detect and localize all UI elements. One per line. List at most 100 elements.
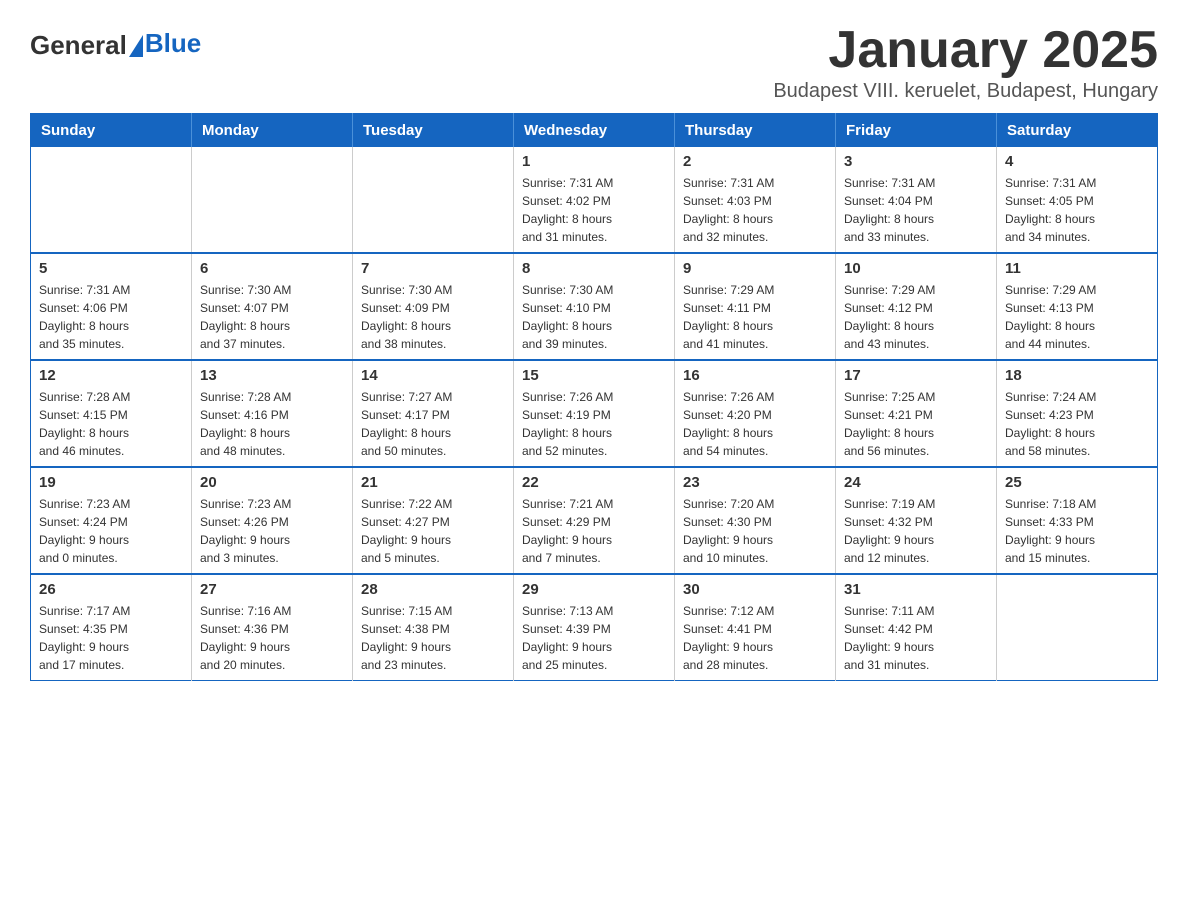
weekday-header-sunday: Sunday <box>31 114 192 148</box>
day-info: Sunrise: 7:21 AMSunset: 4:29 PMDaylight:… <box>522 495 666 567</box>
day-info: Sunrise: 7:23 AMSunset: 4:26 PMDaylight:… <box>200 495 344 567</box>
day-info: Sunrise: 7:30 AMSunset: 4:07 PMDaylight:… <box>200 281 344 353</box>
calendar-cell: 12 Sunrise: 7:28 AMSunset: 4:15 PMDayligh… <box>31 360 192 467</box>
calendar-cell <box>997 574 1158 681</box>
day-info: Sunrise: 7:15 AMSunset: 4:38 PMDaylight:… <box>361 602 505 674</box>
day-number: 7 <box>361 260 505 277</box>
day-number: 22 <box>522 474 666 491</box>
weekday-header-tuesday: Tuesday <box>353 114 514 148</box>
calendar-cell: 5 Sunrise: 7:31 AMSunset: 4:06 PMDaylight… <box>31 253 192 360</box>
logo-general-text: General <box>30 30 127 61</box>
day-info: Sunrise: 7:24 AMSunset: 4:23 PMDaylight:… <box>1005 388 1149 460</box>
weekday-header-friday: Friday <box>836 114 997 148</box>
calendar-cell: 27Sunrise: 7:16 AMSunset: 4:36 PMDayligh… <box>192 574 353 681</box>
day-number: 16 <box>683 367 827 384</box>
day-number: 26 <box>39 581 183 598</box>
calendar-cell: 18 Sunrise: 7:24 AMSunset: 4:23 PMDayligh… <box>997 360 1158 467</box>
logo-triangle-icon <box>129 35 143 57</box>
day-number: 19 <box>39 474 183 491</box>
day-info: Sunrise: 7:31 AMSunset: 4:03 PMDaylight:… <box>683 174 827 246</box>
day-number: 13 <box>200 367 344 384</box>
calendar-table: SundayMondayTuesdayWednesdayThursdayFrid… <box>30 113 1158 681</box>
title-area: January 2025 Budapest VIII. keruelet, Bu… <box>773 20 1158 103</box>
calendar-cell: 29 Sunrise: 7:13 AMSunset: 4:39 PMDayligh… <box>514 574 675 681</box>
calendar-cell <box>31 147 192 253</box>
calendar-week-row: 12 Sunrise: 7:28 AMSunset: 4:15 PMDayligh… <box>31 360 1158 467</box>
day-number: 15 <box>522 367 666 384</box>
day-info: Sunrise: 7:31 AMSunset: 4:06 PMDaylight:… <box>39 281 183 353</box>
day-number: 20 <box>200 474 344 491</box>
day-info: Sunrise: 7:17 AMSunset: 4:35 PMDaylight:… <box>39 602 183 674</box>
calendar-week-row: 5 Sunrise: 7:31 AMSunset: 4:06 PMDaylight… <box>31 253 1158 360</box>
calendar-cell: 17Sunrise: 7:25 AMSunset: 4:21 PMDayligh… <box>836 360 997 467</box>
day-info: Sunrise: 7:18 AMSunset: 4:33 PMDaylight:… <box>1005 495 1149 567</box>
calendar-cell: 23 Sunrise: 7:20 AMSunset: 4:30 PMDayligh… <box>675 467 836 574</box>
day-number: 5 <box>39 260 183 277</box>
calendar-cell: 11 Sunrise: 7:29 AMSunset: 4:13 PMDayligh… <box>997 253 1158 360</box>
header: General Blue January 2025 Budapest VIII.… <box>30 20 1158 103</box>
day-number: 11 <box>1005 260 1149 277</box>
day-number: 30 <box>683 581 827 598</box>
day-number: 29 <box>522 581 666 598</box>
day-number: 27 <box>200 581 344 598</box>
day-info: Sunrise: 7:23 AMSunset: 4:24 PMDaylight:… <box>39 495 183 567</box>
calendar-cell: 25Sunrise: 7:18 AMSunset: 4:33 PMDayligh… <box>997 467 1158 574</box>
day-info: Sunrise: 7:28 AMSunset: 4:15 PMDaylight:… <box>39 388 183 460</box>
day-info: Sunrise: 7:26 AMSunset: 4:20 PMDaylight:… <box>683 388 827 460</box>
day-info: Sunrise: 7:29 AMSunset: 4:13 PMDaylight:… <box>1005 281 1149 353</box>
day-info: Sunrise: 7:30 AMSunset: 4:09 PMDaylight:… <box>361 281 505 353</box>
day-info: Sunrise: 7:13 AMSunset: 4:39 PMDaylight:… <box>522 602 666 674</box>
day-number: 4 <box>1005 153 1149 170</box>
day-info: Sunrise: 7:11 AMSunset: 4:42 PMDaylight:… <box>844 602 988 674</box>
calendar-cell: 7 Sunrise: 7:30 AMSunset: 4:09 PMDaylight… <box>353 253 514 360</box>
day-info: Sunrise: 7:20 AMSunset: 4:30 PMDaylight:… <box>683 495 827 567</box>
day-info: Sunrise: 7:22 AMSunset: 4:27 PMDaylight:… <box>361 495 505 567</box>
day-number: 1 <box>522 153 666 170</box>
day-number: 8 <box>522 260 666 277</box>
weekday-header-saturday: Saturday <box>997 114 1158 148</box>
day-number: 9 <box>683 260 827 277</box>
day-number: 14 <box>361 367 505 384</box>
day-number: 10 <box>844 260 988 277</box>
day-info: Sunrise: 7:30 AMSunset: 4:10 PMDaylight:… <box>522 281 666 353</box>
day-number: 31 <box>844 581 988 598</box>
calendar-cell: 9 Sunrise: 7:29 AMSunset: 4:11 PMDaylight… <box>675 253 836 360</box>
calendar-cell: 22 Sunrise: 7:21 AMSunset: 4:29 PMDayligh… <box>514 467 675 574</box>
day-number: 12 <box>39 367 183 384</box>
weekday-header-thursday: Thursday <box>675 114 836 148</box>
weekday-header-monday: Monday <box>192 114 353 148</box>
logo-blue-text: Blue <box>145 28 201 59</box>
calendar-week-row: 19 Sunrise: 7:23 AMSunset: 4:24 PMDayligh… <box>31 467 1158 574</box>
calendar-cell: 24Sunrise: 7:19 AMSunset: 4:32 PMDayligh… <box>836 467 997 574</box>
logo: General Blue <box>30 30 201 61</box>
calendar-cell <box>192 147 353 253</box>
calendar-cell: 20 Sunrise: 7:23 AMSunset: 4:26 PMDayligh… <box>192 467 353 574</box>
day-info: Sunrise: 7:27 AMSunset: 4:17 PMDaylight:… <box>361 388 505 460</box>
month-title: January 2025 <box>773 20 1158 80</box>
calendar-cell: 13 Sunrise: 7:28 AMSunset: 4:16 PMDayligh… <box>192 360 353 467</box>
calendar-week-row: 1Sunrise: 7:31 AMSunset: 4:02 PMDaylight… <box>31 147 1158 253</box>
day-number: 23 <box>683 474 827 491</box>
calendar-cell: 15 Sunrise: 7:26 AMSunset: 4:19 PMDayligh… <box>514 360 675 467</box>
day-info: Sunrise: 7:28 AMSunset: 4:16 PMDaylight:… <box>200 388 344 460</box>
day-number: 3 <box>844 153 988 170</box>
calendar-cell: 4Sunrise: 7:31 AMSunset: 4:05 PMDaylight… <box>997 147 1158 253</box>
day-info: Sunrise: 7:31 AMSunset: 4:04 PMDaylight:… <box>844 174 988 246</box>
day-info: Sunrise: 7:26 AMSunset: 4:19 PMDaylight:… <box>522 388 666 460</box>
calendar-cell: 8 Sunrise: 7:30 AMSunset: 4:10 PMDaylight… <box>514 253 675 360</box>
calendar-cell: 30Sunrise: 7:12 AMSunset: 4:41 PMDayligh… <box>675 574 836 681</box>
day-number: 21 <box>361 474 505 491</box>
weekday-header-row: SundayMondayTuesdayWednesdayThursdayFrid… <box>31 114 1158 148</box>
calendar-cell: 3 Sunrise: 7:31 AMSunset: 4:04 PMDaylight… <box>836 147 997 253</box>
day-number: 18 <box>1005 367 1149 384</box>
weekday-header-wednesday: Wednesday <box>514 114 675 148</box>
calendar-cell: 19 Sunrise: 7:23 AMSunset: 4:24 PMDayligh… <box>31 467 192 574</box>
calendar-cell <box>353 147 514 253</box>
day-info: Sunrise: 7:29 AMSunset: 4:11 PMDaylight:… <box>683 281 827 353</box>
calendar-cell: 10 Sunrise: 7:29 AMSunset: 4:12 PMDayligh… <box>836 253 997 360</box>
calendar-cell: 2Sunrise: 7:31 AMSunset: 4:03 PMDaylight… <box>675 147 836 253</box>
day-info: Sunrise: 7:19 AMSunset: 4:32 PMDaylight:… <box>844 495 988 567</box>
calendar-cell: 31 Sunrise: 7:11 AMSunset: 4:42 PMDayligh… <box>836 574 997 681</box>
day-info: Sunrise: 7:29 AMSunset: 4:12 PMDaylight:… <box>844 281 988 353</box>
calendar-week-row: 26 Sunrise: 7:17 AMSunset: 4:35 PMDayligh… <box>31 574 1158 681</box>
